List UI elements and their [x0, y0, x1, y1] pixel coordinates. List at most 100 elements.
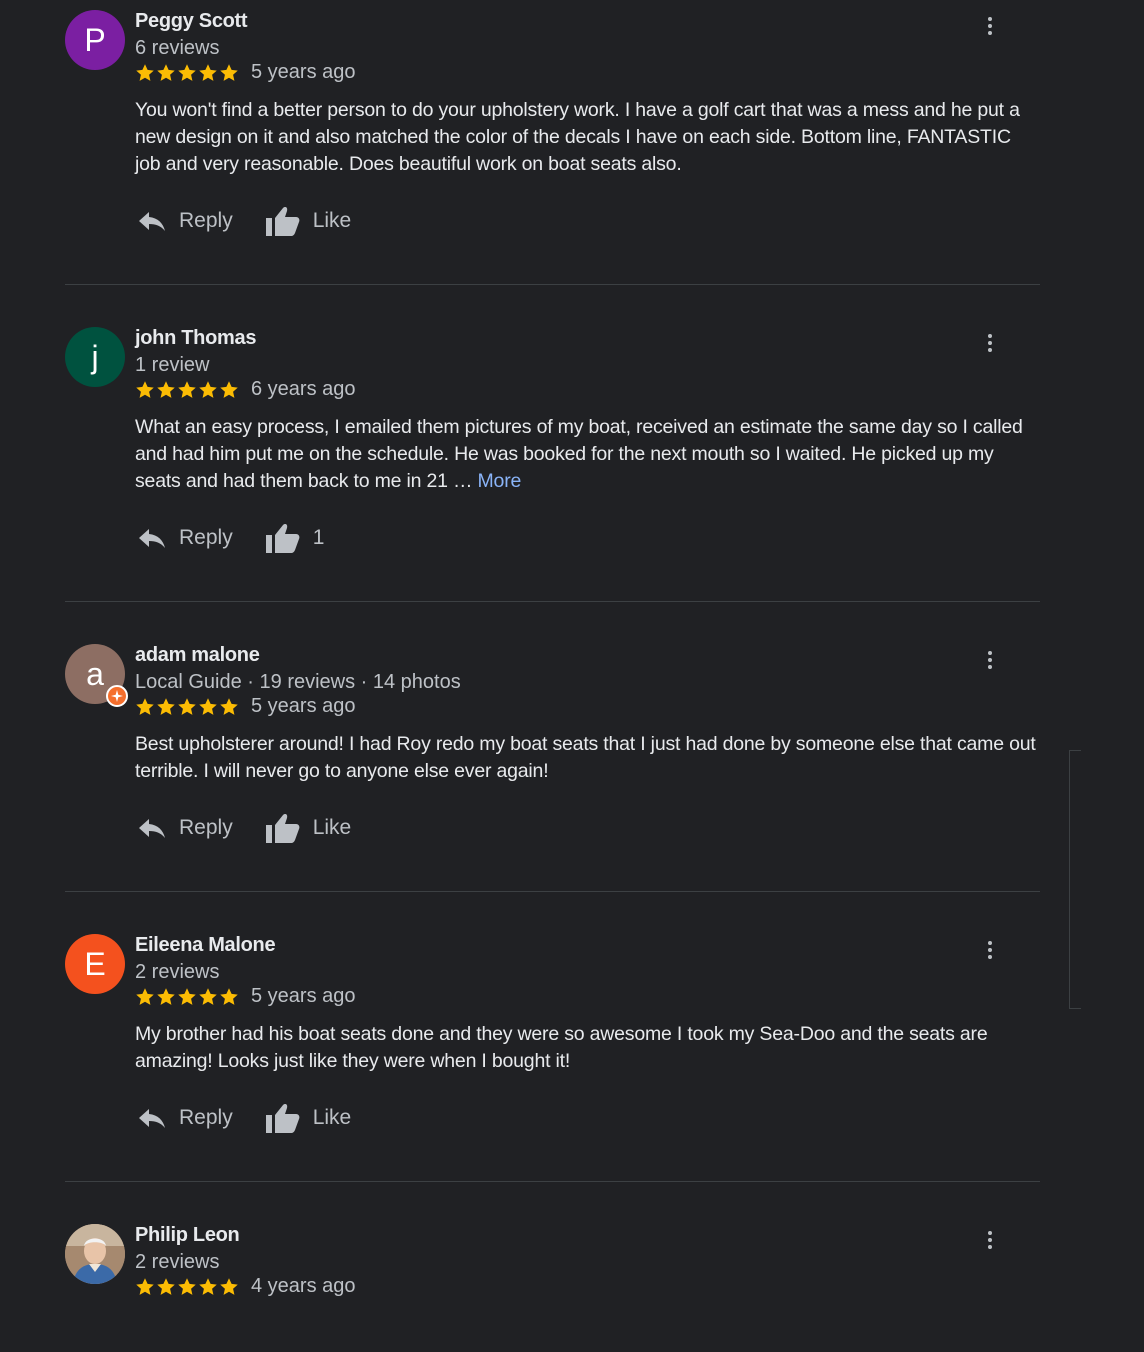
review-text: What an easy process, I emailed them pic… — [135, 414, 1040, 495]
like-button[interactable]: Like — [265, 812, 352, 844]
star-icon — [156, 697, 176, 717]
reply-button[interactable]: Reply — [137, 526, 233, 550]
review-time: 6 years ago — [251, 378, 356, 400]
review-actions: Reply Like — [137, 205, 351, 237]
star-icon — [198, 1277, 218, 1297]
avatar-initial: E — [84, 945, 106, 982]
divider — [65, 601, 1040, 602]
star-icon — [198, 63, 218, 83]
review-body: My brother had his boat seats done and t… — [135, 1023, 988, 1072]
star-icon — [198, 380, 218, 400]
star-icon — [135, 63, 155, 83]
review-text: Best upholsterer around! I had Roy redo … — [135, 731, 1040, 785]
thumbs-up-icon — [265, 812, 301, 844]
rating-row: 5 years ago — [135, 985, 356, 1008]
review-actions: Reply Like — [137, 812, 351, 844]
rating-row: 6 years ago — [135, 378, 356, 401]
star-rating — [135, 1277, 239, 1297]
reply-icon — [137, 526, 167, 550]
avatar[interactable]: P — [65, 10, 125, 70]
more-options-icon[interactable] — [978, 648, 1002, 672]
review-time: 4 years ago — [251, 1275, 356, 1297]
star-icon — [219, 380, 239, 400]
reply-button[interactable]: Reply — [137, 1106, 233, 1130]
thumbs-up-icon — [265, 1102, 301, 1134]
star-rating — [135, 380, 239, 400]
local-guide-icon — [106, 685, 128, 707]
reply-icon — [137, 209, 167, 233]
rating-row: 5 years ago — [135, 61, 356, 84]
like-button[interactable]: Like — [265, 1102, 352, 1134]
star-icon — [219, 1277, 239, 1297]
reply-icon — [137, 1106, 167, 1130]
star-icon — [177, 380, 197, 400]
avatar-initial: P — [84, 21, 106, 58]
star-rating — [135, 63, 239, 83]
review-actions: Reply 1 — [137, 522, 324, 554]
more-options-icon[interactable] — [978, 938, 1002, 962]
star-icon — [198, 697, 218, 717]
like-button[interactable]: 1 — [265, 522, 325, 554]
more-options-icon[interactable] — [978, 331, 1002, 355]
more-options-icon[interactable] — [978, 1228, 1002, 1252]
star-icon — [219, 63, 239, 83]
star-icon — [135, 987, 155, 1007]
star-icon — [198, 987, 218, 1007]
star-icon — [135, 697, 155, 717]
star-icon — [156, 380, 176, 400]
reply-label: Reply — [179, 816, 233, 839]
star-icon — [156, 1277, 176, 1297]
star-icon — [219, 987, 239, 1007]
reply-button[interactable]: Reply — [137, 209, 233, 233]
review-text: My brother had his boat seats done and t… — [135, 1021, 1040, 1075]
review-time: 5 years ago — [251, 695, 356, 717]
reply-label: Reply — [179, 1106, 233, 1129]
star-icon — [177, 63, 197, 83]
review-body: You won't find a better person to do you… — [135, 99, 1020, 175]
star-icon — [177, 697, 197, 717]
like-button[interactable]: Like — [265, 205, 352, 237]
thumbs-up-icon — [265, 205, 301, 237]
reply-label: Reply — [179, 209, 233, 232]
star-icon — [177, 987, 197, 1007]
avatar-initial: a — [86, 655, 104, 692]
review-actions: Reply Like — [137, 1102, 351, 1134]
like-label: Like — [312, 816, 352, 839]
reviewer-name[interactable]: Philip Leon — [135, 1224, 240, 1247]
reviewer-meta: 6 reviews — [135, 37, 220, 59]
avatar[interactable] — [65, 1224, 125, 1284]
reviewer-meta: 2 reviews — [135, 961, 220, 983]
reviewer-meta: 1 review — [135, 354, 210, 376]
like-count: 1 — [312, 526, 325, 549]
star-icon — [135, 380, 155, 400]
more-options-icon[interactable] — [978, 14, 1002, 38]
profile-photo-icon — [65, 1224, 125, 1284]
star-icon — [219, 697, 239, 717]
divider — [65, 891, 1040, 892]
reviewer-name[interactable]: adam malone — [135, 644, 260, 667]
star-rating — [135, 697, 239, 717]
avatar[interactable]: E — [65, 934, 125, 994]
reviewer-name[interactable]: Peggy Scott — [135, 10, 248, 33]
star-icon — [135, 1277, 155, 1297]
reply-icon — [137, 816, 167, 840]
reply-button[interactable]: Reply — [137, 816, 233, 840]
rating-row: 5 years ago — [135, 695, 356, 718]
review-text: You won't find a better person to do you… — [135, 97, 1040, 178]
avatar[interactable]: a — [65, 644, 128, 707]
like-label: Like — [312, 209, 352, 232]
star-icon — [177, 1277, 197, 1297]
reviewer-name[interactable]: Eileena Malone — [135, 934, 276, 957]
more-link[interactable]: More — [478, 470, 522, 492]
reply-label: Reply — [179, 526, 233, 549]
reviewer-meta: 2 reviews — [135, 1251, 220, 1273]
scrollbar-track[interactable] — [1069, 750, 1081, 1009]
review-time: 5 years ago — [251, 61, 356, 83]
like-label: Like — [312, 1106, 352, 1129]
reviewer-name[interactable]: john Thomas — [135, 327, 256, 350]
thumbs-up-icon — [265, 522, 301, 554]
review-time: 5 years ago — [251, 985, 356, 1007]
avatar[interactable]: j — [65, 327, 125, 387]
review-body: What an easy process, I emailed them pic… — [135, 416, 1023, 492]
review-body: Best upholsterer around! I had Roy redo … — [135, 733, 1036, 782]
